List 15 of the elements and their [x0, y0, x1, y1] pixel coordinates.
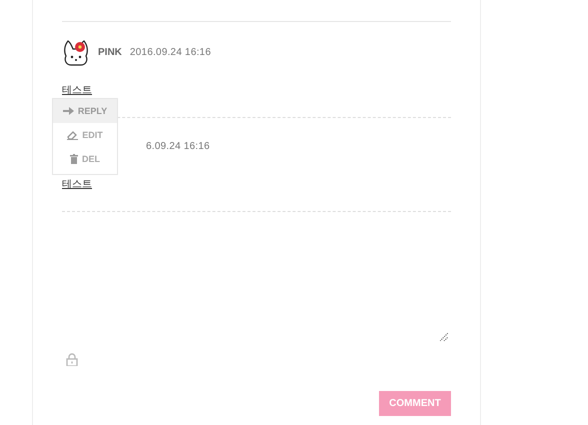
comment-text: 테스트: [62, 84, 92, 97]
resize-handle-icon[interactable]: [440, 333, 448, 341]
trash-icon: [70, 154, 78, 164]
author-name: PINK: [98, 46, 122, 58]
arrow-icon: [62, 107, 74, 115]
comment-text: 테스트: [62, 178, 92, 191]
lock-icon[interactable]: [66, 353, 78, 366]
avatar-icon: [62, 38, 90, 66]
comment-date: 2016.09.24 16:16: [130, 46, 211, 58]
comment-date: 6.09.24 16:16: [146, 140, 210, 152]
menu-item[interactable]: EDIT: [53, 123, 117, 147]
menu-item[interactable]: REPLY: [53, 99, 117, 123]
eraser-icon: [67, 130, 78, 140]
comment-button[interactable]: COMMENT: [379, 391, 451, 416]
menu-item[interactable]: DEL: [53, 147, 117, 171]
